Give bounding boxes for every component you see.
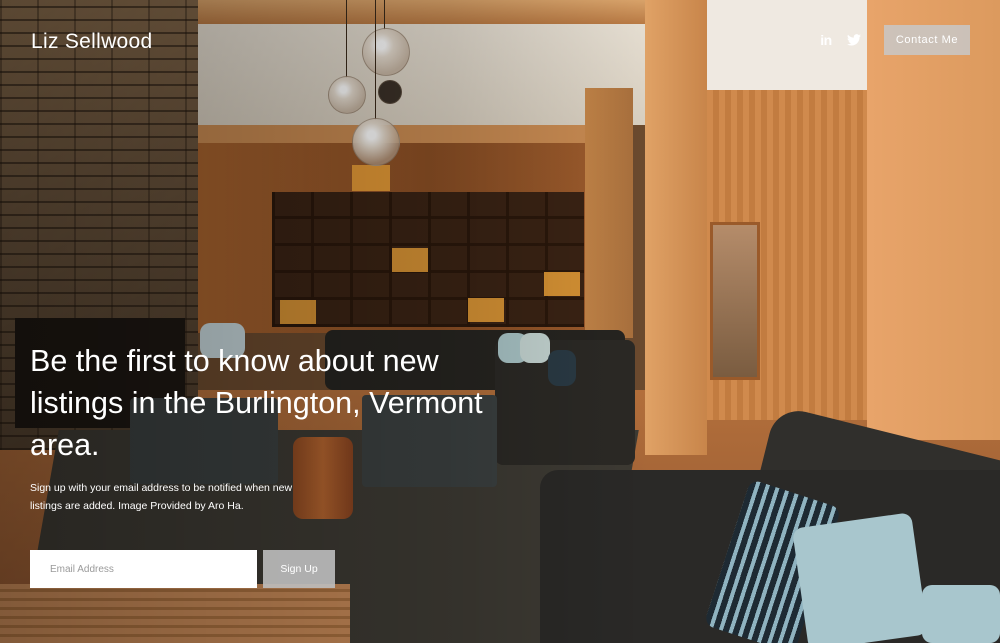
twitter-icon xyxy=(847,34,861,46)
hero-description: Sign up with your email address to be no… xyxy=(30,482,293,512)
contact-me-button[interactable]: Contact Me xyxy=(884,25,970,55)
linkedin-link[interactable]: in xyxy=(818,32,834,48)
header-actions: in Contact Me xyxy=(818,25,970,55)
hero-headline: Be the first to know about new listings … xyxy=(30,344,483,462)
email-input[interactable] xyxy=(30,550,257,588)
background-image xyxy=(0,0,1000,643)
sign-up-button[interactable]: Sign Up xyxy=(263,550,335,588)
signup-form: Sign Up xyxy=(30,550,335,588)
twitter-link[interactable] xyxy=(846,32,862,48)
linkedin-icon: in xyxy=(820,32,832,48)
page: Liz Sellwood in Contact Me Be the first … xyxy=(0,0,1000,643)
site-title[interactable]: Liz Sellwood xyxy=(31,30,153,54)
